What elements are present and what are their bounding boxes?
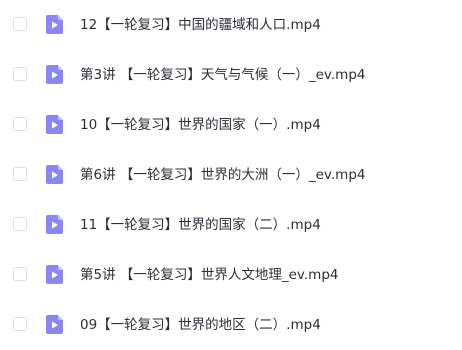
file-name[interactable]: 第5讲 【一轮复习】世界人文地理_ev.mp4 (80, 264, 338, 286)
file-name[interactable]: 10【一轮复习】世界的国家（一）.mp4 (80, 114, 321, 136)
row-checkbox[interactable] (13, 117, 27, 131)
file-name[interactable]: 09【一轮复习】世界的地区（二）.mp4 (80, 314, 321, 336)
video-file-icon (46, 265, 63, 284)
row-checkbox[interactable] (13, 267, 27, 281)
video-file-icon (46, 165, 63, 184)
file-row[interactable]: 10【一轮复习】世界的国家（一）.mp4 (0, 100, 462, 150)
file-row[interactable]: 第6讲 【一轮复习】世界的大洲（一）_ev.mp4 (0, 150, 462, 200)
row-checkbox[interactable] (13, 217, 27, 231)
video-file-icon (46, 115, 63, 134)
file-name[interactable]: 第3讲 【一轮复习】天气与气候（一）_ev.mp4 (80, 64, 365, 86)
row-checkbox[interactable] (13, 317, 27, 331)
file-row[interactable]: 09【一轮复习】世界的地区（二）.mp4 (0, 300, 462, 350)
row-checkbox[interactable] (13, 167, 27, 181)
file-name[interactable]: 11【一轮复习】世界的国家（二）.mp4 (80, 214, 321, 236)
row-checkbox[interactable] (13, 17, 27, 31)
row-checkbox[interactable] (13, 67, 27, 81)
file-name[interactable]: 第6讲 【一轮复习】世界的大洲（一）_ev.mp4 (80, 164, 365, 186)
file-row[interactable]: 第5讲 【一轮复习】世界人文地理_ev.mp4 (0, 250, 462, 300)
file-list: 12【一轮复习】中国的疆域和人口.mp4 第3讲 【一轮复习】天气与气候（一）_… (0, 0, 462, 334)
file-name[interactable]: 12【一轮复习】中国的疆域和人口.mp4 (80, 14, 321, 36)
file-row[interactable]: 11【一轮复习】世界的国家（二）.mp4 (0, 200, 462, 250)
video-file-icon (46, 215, 63, 234)
video-file-icon (46, 65, 63, 84)
file-row[interactable]: 12【一轮复习】中国的疆域和人口.mp4 (0, 0, 462, 50)
file-row[interactable]: 第3讲 【一轮复习】天气与气候（一）_ev.mp4 (0, 50, 462, 100)
video-file-icon (46, 15, 63, 34)
video-file-icon (46, 315, 63, 334)
